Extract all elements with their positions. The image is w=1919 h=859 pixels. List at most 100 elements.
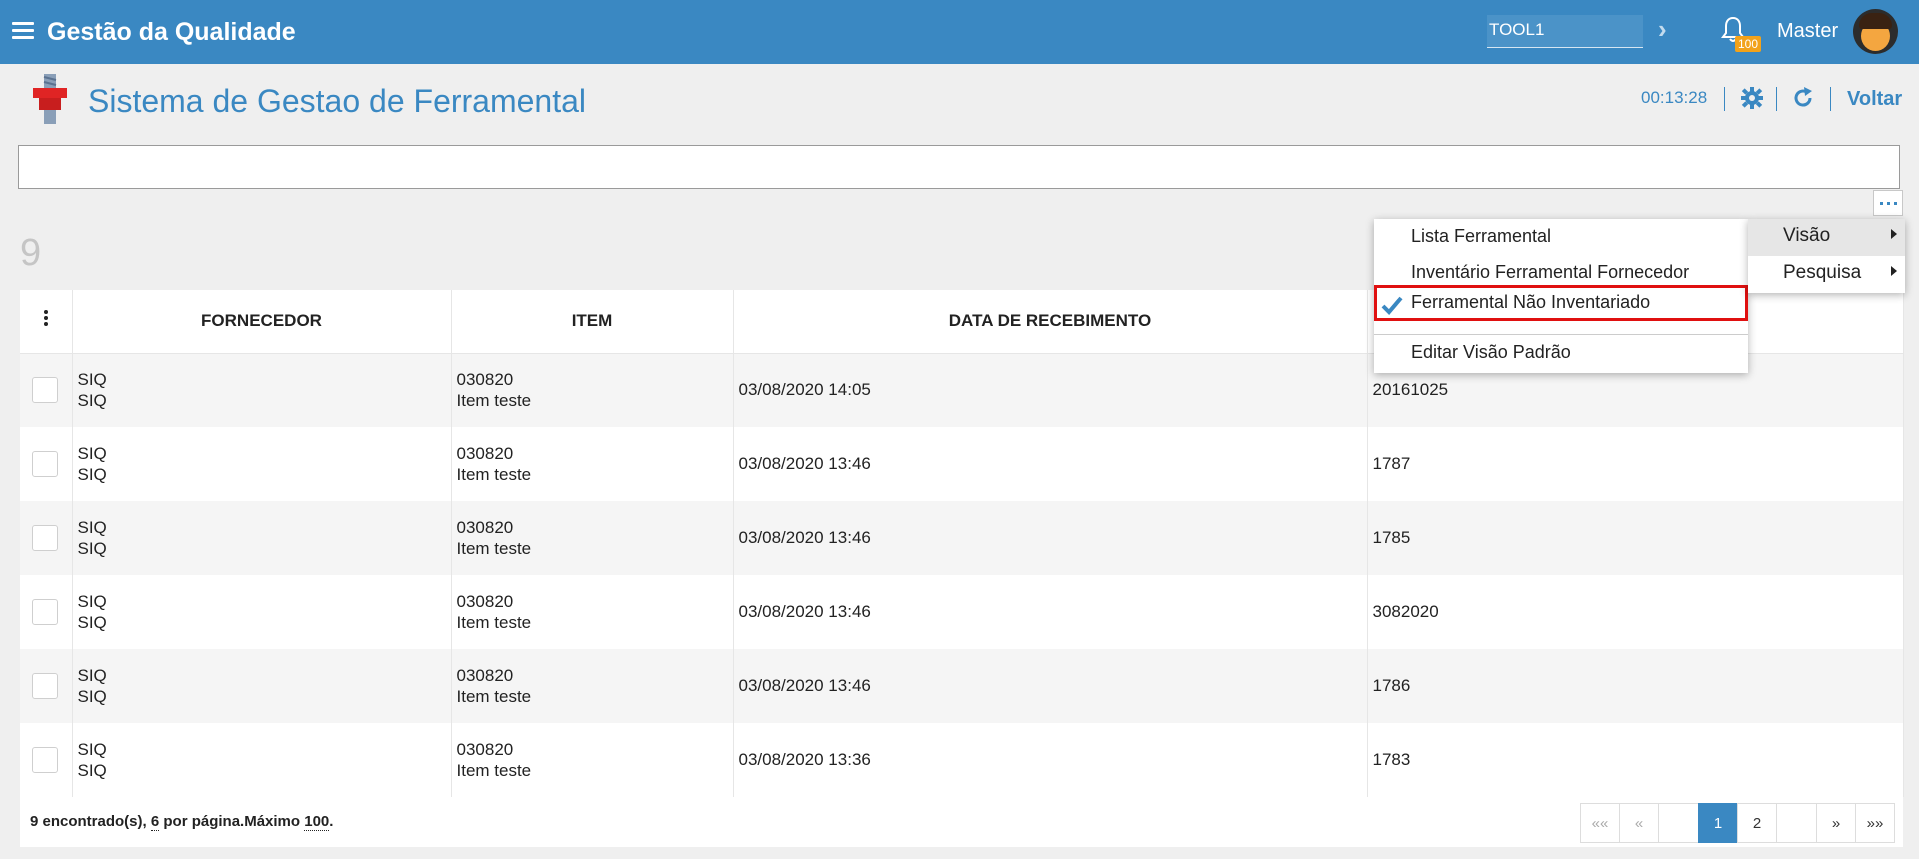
back-link[interactable]: Voltar — [1847, 88, 1902, 111]
menu-icon[interactable] — [12, 22, 34, 40]
kebab-icon[interactable] — [43, 309, 48, 328]
item-name: Item teste — [456, 613, 532, 632]
fornecedor-code: SIQ — [77, 666, 107, 685]
found-count-text: 9 encontrado(s), — [30, 813, 151, 830]
views-submenu: Lista Ferramental Inventário Ferramental… — [1374, 219, 1748, 373]
data-recebimento: 03/08/2020 13:46 — [733, 427, 1368, 501]
pagination-summary: 9 encontrado(s), 6 por página.Máximo 100… — [30, 813, 334, 831]
item-code: 030820 — [456, 444, 514, 463]
fornecedor-code: SIQ — [77, 592, 107, 611]
results-table: FORNECEDOR ITEM DATA DE RECEBIMENTO SIQ S… — [20, 290, 1904, 847]
row-checkbox[interactable] — [32, 377, 58, 404]
menu-item-label: Pesquisa — [1783, 262, 1862, 283]
divider — [1830, 87, 1831, 111]
tool-field[interactable]: TOOL1 — [1487, 15, 1643, 48]
notification-badge: 100 — [1735, 36, 1762, 52]
divider — [1776, 87, 1777, 111]
header-item[interactable]: ITEM — [451, 290, 734, 354]
row-checkbox[interactable] — [32, 525, 58, 551]
next-page-button[interactable]: » — [1816, 803, 1856, 843]
menu-item-label: Visão — [1783, 225, 1831, 246]
per-page-text: por página.Máximo — [159, 813, 305, 830]
menu-item-label: Ferramental Não Inventariado — [1411, 292, 1651, 312]
extra-value: 1787 — [1367, 427, 1904, 501]
page-2-button[interactable]: 2 — [1737, 803, 1777, 843]
app-logo-icon — [33, 74, 67, 124]
extra-value: 1783 — [1367, 723, 1904, 797]
row-checkbox[interactable] — [32, 451, 58, 477]
user-name[interactable]: Master — [1777, 20, 1838, 43]
data-recebimento: 03/08/2020 13:46 — [733, 501, 1368, 575]
refresh-icon[interactable] — [1791, 86, 1815, 110]
extra-value: 1785 — [1367, 501, 1904, 575]
menu-item-visao[interactable]: Visão — [1748, 219, 1905, 256]
data-recebimento: 03/08/2020 13:46 — [733, 649, 1368, 723]
data-recebimento: 03/08/2020 13:36 — [733, 723, 1368, 797]
fornecedor-name: SIQ — [77, 613, 107, 632]
page-title: Sistema de Gestao de Ferramental — [88, 83, 587, 119]
data-recebimento: 03/08/2020 14:05 — [733, 353, 1368, 427]
app-title: Gestão da Qualidade — [47, 18, 296, 46]
item-code: 030820 — [456, 518, 514, 537]
item-code: 030820 — [456, 370, 514, 390]
item-name: Item teste — [456, 539, 532, 558]
item-code: 030820 — [456, 740, 514, 759]
fornecedor-name: SIQ — [77, 687, 107, 706]
table-row[interactable]: SIQ SIQ 030820 Item teste 03/08/2020 13:36… — [20, 723, 1904, 797]
divider — [1724, 87, 1725, 111]
row-checkbox[interactable] — [32, 599, 58, 625]
page-spacer — [1658, 803, 1699, 843]
page-spacer — [1776, 803, 1817, 843]
data-recebimento: 03/08/2020 13:46 — [733, 575, 1368, 649]
extra-value: 1786 — [1367, 649, 1904, 723]
result-count: 9 — [20, 232, 42, 274]
page-1-button[interactable]: 1 — [1698, 803, 1738, 843]
header-data-recebimento[interactable]: DATA DE RECEBIMENTO — [733, 290, 1368, 354]
menu-item-pesquisa[interactable]: Pesquisa — [1748, 256, 1905, 293]
first-page-button[interactable]: «« — [1580, 803, 1620, 843]
fornecedor-code: SIQ — [77, 370, 107, 390]
chevron-right-icon[interactable]: › — [1658, 14, 1667, 45]
caret-right-icon — [1891, 266, 1897, 276]
table-row[interactable]: SIQ SIQ 030820 Item teste 03/08/2020 13:46… — [20, 649, 1904, 723]
menu-item-editar-visao-padrao[interactable]: Editar Visão Padrão — [1374, 335, 1748, 371]
more-options-button[interactable] — [1873, 190, 1903, 216]
search-input[interactable] — [18, 145, 1900, 189]
table-row[interactable]: SIQ SIQ 030820 Item teste 03/08/2020 13:46… — [20, 501, 1904, 575]
caret-right-icon — [1891, 229, 1897, 239]
max-value[interactable]: 100 — [304, 813, 330, 831]
last-page-button[interactable]: »» — [1855, 803, 1895, 843]
top-bar: Gestão da Qualidade TOOL1 › 100 Master — [0, 0, 1919, 64]
column-options[interactable] — [20, 290, 73, 354]
item-code: 030820 — [456, 666, 514, 685]
extra-value: 3082020 — [1367, 575, 1904, 649]
item-name: Item teste — [456, 465, 532, 484]
row-checkbox[interactable] — [32, 747, 58, 773]
check-icon — [1381, 296, 1403, 315]
gear-icon[interactable] — [1740, 86, 1764, 110]
avatar[interactable] — [1853, 9, 1898, 54]
options-menu: Visão Pesquisa — [1748, 219, 1905, 293]
ellipsis-icon — [1880, 202, 1897, 205]
pagination: «« « 1 2 » »» — [1580, 803, 1895, 843]
fornecedor-name: SIQ — [77, 761, 107, 780]
fornecedor-name: SIQ — [77, 539, 107, 558]
fornecedor-name: SIQ — [77, 465, 107, 484]
menu-item-lista-ferramental[interactable]: Lista Ferramental — [1374, 219, 1748, 255]
table-row[interactable]: SIQ SIQ 030820 Item teste 03/08/2020 13:46… — [20, 575, 1904, 649]
header-fornecedor[interactable]: FORNECEDOR — [72, 290, 452, 354]
item-name: Item teste — [456, 687, 532, 706]
fornecedor-name: SIQ — [77, 391, 107, 411]
item-name: Item teste — [456, 391, 532, 411]
prev-page-button[interactable]: « — [1619, 803, 1659, 843]
session-timer: 00:13:28 — [1641, 88, 1708, 107]
item-name: Item teste — [456, 761, 532, 780]
menu-item-nao-inventariado[interactable]: Ferramental Não Inventariado — [1374, 285, 1748, 321]
fornecedor-code: SIQ — [77, 740, 107, 759]
row-checkbox[interactable] — [32, 673, 58, 699]
per-page-value[interactable]: 6 — [150, 813, 160, 831]
fornecedor-code: SIQ — [77, 518, 107, 537]
item-code: 030820 — [456, 592, 514, 611]
table-row[interactable]: SIQ SIQ 030820 Item teste 03/08/2020 13:46… — [20, 427, 1904, 501]
summary-end: . — [329, 813, 334, 830]
